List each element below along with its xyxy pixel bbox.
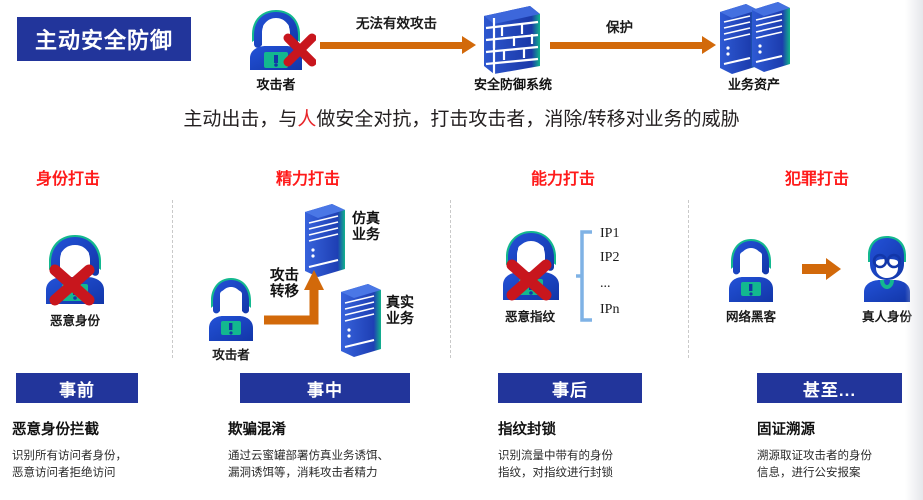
- ip-list-item-2: IP2: [600, 250, 620, 265]
- column-2-transfer-label: 攻击 转移: [270, 268, 299, 300]
- column-2-real-label-line1: 真实: [386, 294, 414, 310]
- column-4-hacker-caption: 网络黑客: [725, 310, 776, 324]
- text-block-1: 恶意身份拦截 识别所有访问者身份， 恶意访问者拒绝访问: [12, 418, 198, 481]
- tagline-highlight: 人: [297, 109, 317, 130]
- column-heading-2: 精力打击: [276, 171, 341, 188]
- banner-1: 事前: [16, 373, 138, 403]
- top-flow-assets-caption: 业务资产: [727, 77, 780, 92]
- brick-firewall-icon: [478, 4, 546, 74]
- text-block-2-title: 欺骗混淆: [228, 422, 286, 438]
- top-flow-arrow1-label: 无法有效攻击: [356, 16, 437, 31]
- identity-trace-arrow: [802, 258, 841, 280]
- column-heading-4: 犯罪打击: [785, 171, 850, 188]
- banner-3-label: 事后: [552, 380, 588, 400]
- top-flow-arrow-1: [320, 36, 476, 54]
- column-2-real-label-line2: 业务: [386, 309, 414, 326]
- top-flow-arrow2-label: 保护: [606, 20, 633, 35]
- column-2-fake-label-line2: 业务: [352, 225, 380, 242]
- ip-list-item-1: IP1: [600, 226, 620, 241]
- column-3-icon-caption: 恶意指纹: [504, 310, 555, 324]
- ip-list-item-3: ...: [600, 276, 611, 291]
- tagline: 主动出击，与人做安全对抗，打击攻击者，消除/转移对业务的威胁: [0, 104, 923, 131]
- text-block-3-body: 识别流量中带有的身份 指纹，对指纹进行封锁: [498, 450, 613, 479]
- malicious-identity-icon: [32, 232, 118, 306]
- column-divider-1: [172, 200, 173, 358]
- column-2-transfer-label-line2: 转移: [270, 284, 299, 301]
- column-2-attacker-icon: [198, 275, 264, 343]
- infographic-canvas: 主动安全防御 攻击者 无法有效攻击 安全防御系统 保护 业务资产 主动出击，与人…: [0, 0, 923, 500]
- column-divider-3: [688, 200, 689, 358]
- ip-list-bracket-icon: [576, 230, 594, 322]
- column-2-fake-label: 仿真 业务: [352, 210, 380, 242]
- cyber-hacker-icon: [718, 236, 784, 304]
- top-flow-attacker-caption: 攻击者: [256, 77, 296, 92]
- text-block-2: 欺骗混淆 通过云蜜罐部署仿真业务诱饵、 漏洞诱饵等，消耗攻击者精力: [228, 418, 478, 481]
- column-2-attacker-caption: 攻击者: [212, 348, 250, 362]
- banner-4-label: 甚至...: [802, 380, 857, 400]
- text-block-1-body: 识别所有访问者身份， 恶意访问者拒绝访问: [12, 450, 127, 479]
- text-block-4-body: 溯源取证攻击者的身份 信息，进行公安报案: [757, 450, 872, 479]
- text-block-4-title: 固证溯源: [757, 422, 815, 438]
- banner-2-label: 事中: [307, 380, 343, 400]
- banner-4: 甚至...: [757, 373, 902, 403]
- text-block-2-body: 通过云蜜罐部署仿真业务诱饵、 漏洞诱饵等，消耗攻击者精力: [228, 450, 389, 479]
- title-badge-label: 主动安全防御: [34, 28, 173, 53]
- right-edge-fade: [905, 0, 923, 500]
- title-badge: 主动安全防御: [18, 18, 190, 60]
- text-block-1-title: 恶意身份拦截: [12, 422, 99, 438]
- banner-2: 事中: [240, 373, 410, 403]
- tagline-part2: 做安全对抗，打击攻击者，消除/转移对业务的威胁: [316, 109, 740, 130]
- server-stack-icon: [716, 2, 792, 74]
- text-block-3-title: 指纹封锁: [498, 422, 556, 438]
- banner-3: 事后: [498, 373, 642, 403]
- column-2-real-label: 真实 业务: [386, 294, 414, 326]
- column-1-icon-caption: 恶意身份: [49, 314, 100, 328]
- ip-list: IP1 IP2 ... IPn: [600, 226, 660, 318]
- text-block-3: 指纹封锁 识别流量中带有的身份 指纹，对指纹进行封锁: [498, 418, 698, 481]
- column-divider-2: [450, 200, 451, 358]
- hacker-blocked-icon: [236, 6, 317, 72]
- top-flow-arrow-2: [550, 36, 716, 54]
- banner-1-label: 事前: [59, 380, 95, 400]
- ip-list-item-4: IPn: [600, 302, 620, 317]
- malicious-fingerprint-icon: [490, 228, 572, 302]
- column-heading-3: 能力打击: [531, 171, 596, 188]
- column-heading-1: 身份打击: [36, 171, 101, 188]
- column-2-transfer-label-line1: 攻击: [270, 268, 299, 284]
- text-block-4: 固证溯源 溯源取证攻击者的身份 信息，进行公安报案: [757, 418, 923, 481]
- top-flow-firewall-caption: 安全防御系统: [473, 77, 552, 92]
- tagline-part1: 主动出击，与: [183, 109, 298, 130]
- column-2-fake-label-line1: 仿真: [352, 210, 380, 226]
